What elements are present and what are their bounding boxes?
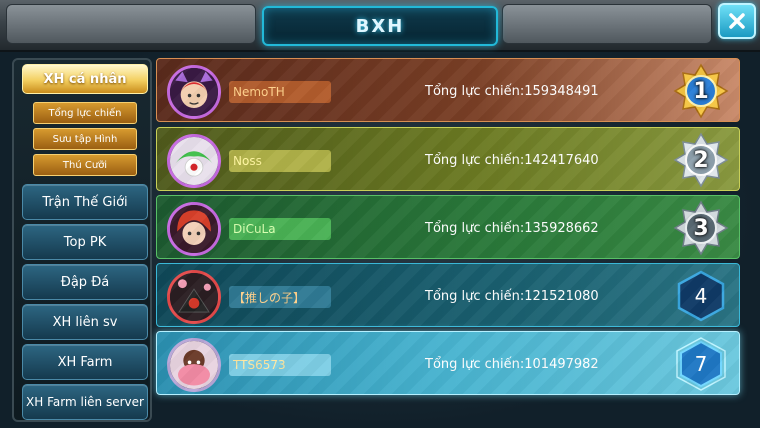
ranking-list: NemoTH Tổng lực chiến:159348491 1 Noss T… [154,56,742,402]
player-name: Noss [229,150,331,172]
sidebar: XH cá nhân Tổng lực chiến Sưu tập Hình T… [12,58,152,422]
power-value: Tổng lực chiến:121521080 [425,288,599,304]
sidebar-subitem-thu-cuoi[interactable]: Thú Cưỡi [33,154,137,176]
close-button[interactable] [718,3,756,39]
rank-number: 2 [693,147,709,173]
sidebar-item-xh-farm-lien-server[interactable]: XH Farm liên server [22,384,148,420]
rank-hexagon: 4 [673,268,729,324]
rank-medal-bronze: 3 [673,200,729,256]
ranking-row[interactable]: Noss Tổng lực chiến:142417640 2 [156,127,740,191]
sidebar-item-tran-the-gioi[interactable]: Trận Thế Giới [22,184,148,220]
power-value: Tổng lực chiến:101497982 [425,356,599,372]
page-title: BXH [355,15,405,37]
rank-number: 4 [694,284,708,308]
sidebar-item-top-pk[interactable]: Top PK [22,224,148,260]
rank-medal-gold: 1 [673,63,729,119]
power-value: Tổng lực chiến:135928662 [425,220,599,236]
avatar [167,338,221,392]
ranking-row[interactable]: DiCuLa Tổng lực chiến:135928662 3 [156,195,740,259]
player-name: 【推しの子】 [229,286,331,308]
player-name: TTS6573 [229,354,331,376]
ranking-row[interactable]: 【推しの子】 Tổng lực chiến:121521080 4 [156,263,740,327]
power-value: Tổng lực chiến:142417640 [425,152,599,168]
close-x-icon [729,13,745,29]
rank-number: 7 [694,352,708,376]
power-value: Tổng lực chiến:159348491 [425,83,599,99]
avatar [167,270,221,324]
rank-number: 1 [693,78,709,104]
sidebar-item-xh-farm[interactable]: XH Farm [22,344,148,380]
header-plate-right [502,4,712,44]
avatar [167,202,221,256]
player-name: DiCuLa [229,218,331,240]
ranking-row[interactable]: NemoTH Tổng lực chiến:159348491 1 [156,58,740,122]
rank-hexagon-glow: 7 [673,336,729,392]
header-plate-left [6,4,256,44]
sidebar-item-xh-ca-nhan[interactable]: XH cá nhân [22,64,148,94]
sidebar-subitem-suu-tap-hinh[interactable]: Sưu tập Hình [33,128,137,150]
sidebar-item-dap-da[interactable]: Đập Đá [22,264,148,300]
rank-medal-silver: 2 [673,132,729,188]
sidebar-item-xh-lien-sv[interactable]: XH liên sv [22,304,148,340]
avatar [167,134,221,188]
player-name: NemoTH [229,81,331,103]
rank-number: 3 [693,215,709,241]
avatar [167,65,221,119]
sidebar-subitem-tong-luc-chien[interactable]: Tổng lực chiến [33,102,137,124]
ranking-row[interactable]: TTS6573 Tổng lực chiến:101497982 7 [156,331,740,395]
title-plate: BXH [262,6,498,46]
